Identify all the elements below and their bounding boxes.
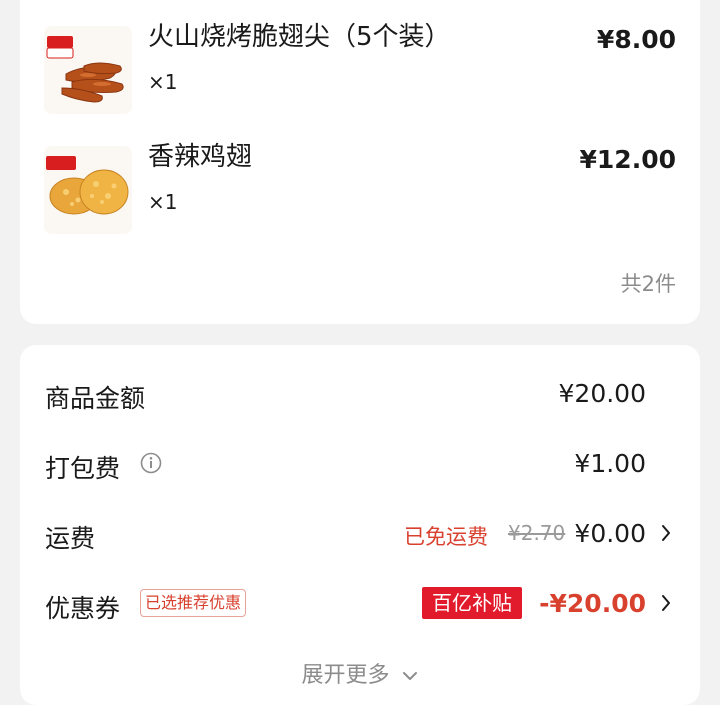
chevron-right-icon[interactable]: [660, 593, 672, 613]
item-name: 火山烧烤脆翅尖（5个装）: [148, 22, 451, 52]
shipping-original-price: ¥2.70: [508, 521, 566, 545]
goods-amount-label: 商品金额: [45, 384, 146, 413]
item-quantity: ×1: [148, 190, 178, 214]
item-quantity: ×1: [148, 70, 178, 94]
order-items-card: 火山烧烤脆翅尖（5个装） ×1 ¥8.00 香辣鸡翅 ×1 ¥12.00 共2件: [20, 0, 700, 324]
expand-more-label: 展开更多: [301, 663, 390, 688]
coupon-label: 优惠券: [45, 594, 121, 623]
order-item[interactable]: 火山烧烤脆翅尖（5个装） ×1 ¥8.00: [20, 22, 700, 126]
chevron-down-icon: [402, 672, 417, 680]
order-summary-card: 商品金额 ¥20.00 打包费 ¥1.00 运费 已免运费 ¥2.70 ¥0.0…: [20, 345, 700, 705]
packing-fee-row: 打包费 ¥1.00: [20, 443, 700, 487]
item-name: 香辣鸡翅: [148, 142, 253, 172]
item-thumbnail[interactable]: [44, 26, 132, 114]
subsidy-badge: 百亿补贴: [422, 587, 522, 619]
goods-amount-value: ¥20.00: [558, 379, 646, 408]
packing-fee-label: 打包费: [45, 454, 121, 483]
goods-amount-row: 商品金额 ¥20.00: [20, 373, 700, 417]
items-count: 共2件: [620, 272, 676, 296]
chevron-right-icon[interactable]: [660, 523, 672, 543]
expand-more-button[interactable]: 展开更多: [20, 657, 700, 689]
shipping-row[interactable]: 运费 已免运费 ¥2.70 ¥0.00: [20, 513, 700, 557]
coupon-discount-value: -¥20.00: [539, 589, 646, 618]
coupon-row[interactable]: 优惠券 已选推荐优惠 百亿补贴 -¥20.00: [20, 583, 700, 627]
packing-fee-value: ¥1.00: [574, 449, 646, 478]
shipping-value: ¥0.00: [574, 519, 646, 548]
shipping-free-note: 已免运费: [404, 525, 488, 549]
order-item[interactable]: 香辣鸡翅 ×1 ¥12.00: [20, 142, 700, 246]
info-icon[interactable]: [140, 452, 162, 474]
wing-tips-image: [44, 26, 132, 114]
recommended-coupon-tag: 已选推荐优惠: [140, 589, 247, 617]
shipping-label: 运费: [45, 524, 96, 553]
fried-wings-image: [44, 146, 132, 234]
item-price: ¥8.00: [596, 25, 676, 54]
item-thumbnail[interactable]: [44, 146, 132, 234]
item-price: ¥12.00: [579, 145, 676, 174]
